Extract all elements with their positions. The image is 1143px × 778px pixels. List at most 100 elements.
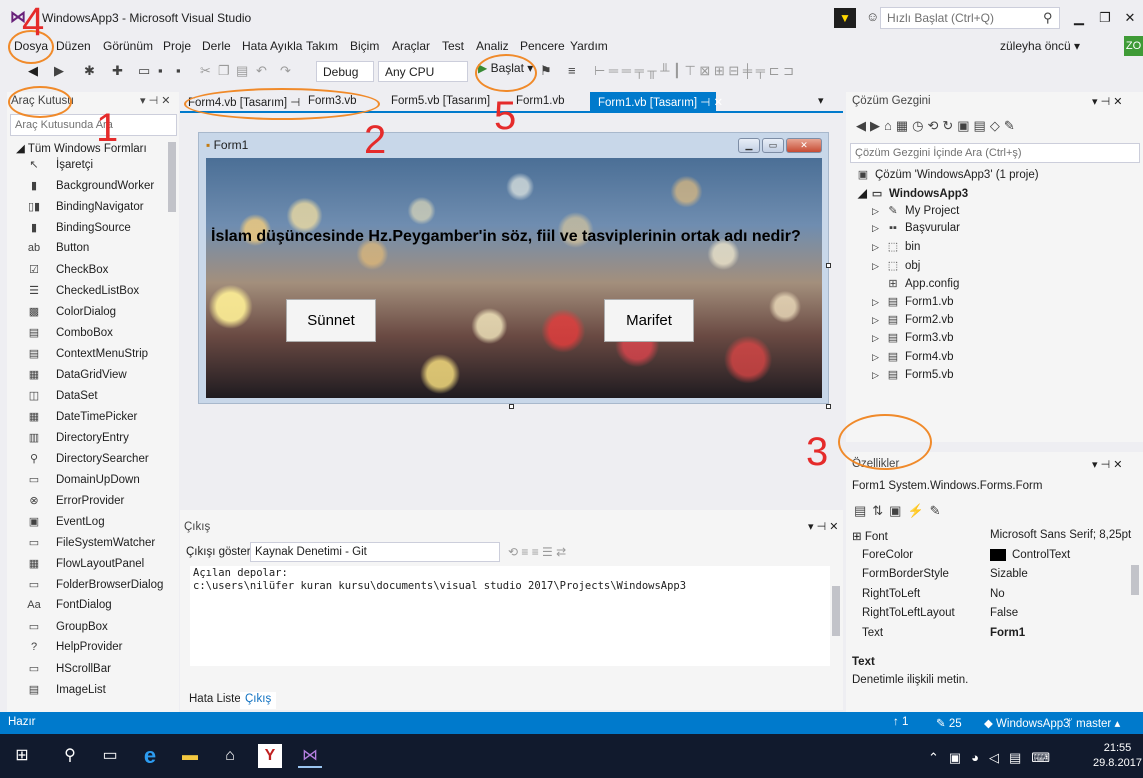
property-value[interactable]: No (990, 588, 1005, 600)
solution-item[interactable]: ▷ ▪▪ Başvurular (872, 222, 960, 240)
toolbox-item[interactable]: ☑ CheckBox (26, 263, 108, 283)
tab-overflow-icon[interactable]: ▾ (818, 94, 824, 107)
toolbox-item[interactable]: ▭ FolderBrowserDialog (26, 578, 164, 598)
save-all-icon[interactable]: ▪ (176, 63, 181, 78)
task-view-icon[interactable]: ▭ (98, 744, 122, 768)
quick-launch-input[interactable]: Hızlı Başlat (Ctrl+Q) (880, 7, 1060, 29)
form-minimize-button[interactable]: ▁ (738, 138, 760, 153)
property-value[interactable]: False (990, 607, 1018, 619)
property-value[interactable]: ControlText (1012, 549, 1070, 561)
property-value[interactable]: Form1 (990, 627, 1025, 639)
solution-toolbar-icons[interactable]: ◀▶⌂▦◷⟲↻▣▤◇✎ (856, 118, 1019, 134)
panel-options-icon[interactable]: ▾ ⊣ ✕ (808, 520, 838, 533)
toolbox-item[interactable]: ▦ DateTimePicker (26, 410, 138, 430)
property-value[interactable]: Sizable (990, 568, 1028, 580)
properties-scrollbar[interactable] (1131, 565, 1139, 595)
tab-form1[interactable]: Form1.vb (508, 92, 573, 111)
status-changes[interactable]: ✎ 25 (936, 716, 962, 730)
close-tab-icon[interactable]: ✕ (714, 97, 724, 109)
open-icon[interactable]: ▭ (138, 63, 150, 79)
toolbox-item[interactable]: ▭ HScrollBar (26, 662, 111, 682)
property-row[interactable]: RightToLeft No (852, 586, 1129, 605)
undo-icon[interactable]: ↶ (256, 63, 267, 79)
toolbox-item[interactable]: ▥ DirectoryEntry (26, 431, 129, 451)
toolbox-item[interactable]: ▦ FlowLayoutPanel (26, 557, 144, 577)
tab-output[interactable]: Çıkış (240, 692, 277, 709)
toolbox-item[interactable]: ▤ ContextMenuStrip (26, 347, 148, 367)
layout-align-icon[interactable]: ⊢ ═ ═ ╤ ╥ ╨ ┃ ⊤ ⊠ ⊞ ⊟ ╪ ╤ ⊏ ⊐ (594, 63, 794, 79)
resize-handle[interactable] (826, 404, 831, 409)
close-button[interactable]: ✕ (1117, 8, 1143, 28)
answer-button-marifet[interactable]: Marifet (604, 299, 694, 342)
property-row[interactable]: ForeColor ControlText (852, 547, 1129, 566)
toolbox-item[interactable]: Aa FontDialog (26, 599, 111, 619)
toolbox-item[interactable]: ☰ CheckedListBox (26, 284, 139, 304)
property-row[interactable]: Text Form1 (852, 625, 1129, 644)
new-project-icon[interactable]: ✱ (84, 63, 95, 79)
menu-duzen[interactable]: Düzen (56, 39, 91, 53)
solution-item[interactable]: ▷ ▤ Form3.vb (872, 331, 954, 349)
redo-icon[interactable]: ↷ (280, 63, 291, 79)
feedback-icon[interactable]: ☺ (866, 9, 879, 24)
toolbox-item[interactable]: ? HelpProvider (26, 641, 123, 661)
windows-start-icon[interactable]: ⊞ (10, 744, 34, 768)
cut-icon[interactable]: ✂ (200, 63, 211, 79)
maximize-button[interactable]: ❐ (1092, 8, 1118, 28)
forward-icon[interactable]: ▶ (54, 63, 64, 79)
expand-icon[interactable]: ▷ (872, 223, 886, 234)
tab-form5-design[interactable]: Form5.vb [Tasarım] (383, 92, 498, 111)
form-maximize-button[interactable]: ▭ (762, 138, 784, 153)
avatar[interactable]: ZO (1124, 36, 1143, 56)
menu-proje[interactable]: Proje (163, 39, 191, 53)
property-row[interactable]: ⊞ Font Microsoft Sans Serif; 8,25pt (852, 527, 1131, 546)
tab-form1-design[interactable]: Form1.vb [Tasarım] ⊣ ✕ (590, 92, 723, 111)
expand-icon[interactable]: ▷ (872, 370, 886, 381)
attach-icon[interactable]: ⚑ (540, 63, 552, 79)
back-icon[interactable]: ◀ (28, 63, 38, 79)
solution-platform-select[interactable]: Any CPU (378, 61, 468, 82)
expand-icon[interactable]: ▷ (872, 261, 886, 272)
toolbox-item[interactable]: ⊗ ErrorProvider (26, 494, 124, 514)
solution-item[interactable]: ▷ ▤ Form4.vb (872, 350, 954, 368)
resize-handle[interactable] (509, 404, 514, 409)
menu-derle[interactable]: Derle (202, 39, 231, 53)
toolbox-item[interactable]: ▩ ColorDialog (26, 305, 116, 325)
pin-icon[interactable]: ⊣ (700, 97, 710, 109)
output-toolbar-icons[interactable]: ⟲ ≡ ≡ ☰ ⇄ (508, 545, 566, 559)
visual-studio-taskbar-icon[interactable]: ⋈ (298, 744, 322, 768)
expand-icon[interactable]: ▷ (872, 206, 886, 217)
menu-test[interactable]: Test (442, 39, 464, 53)
toolbox-item[interactable]: ▤ ComboBox (26, 326, 113, 346)
toolbox-item[interactable]: ↖ İşaretçi (26, 158, 93, 178)
status-repo[interactable]: ◆ WindowsApp3 (984, 716, 1070, 730)
menu-pencere[interactable]: Pencere (520, 39, 565, 53)
toolbox-item[interactable]: ▤ ImageList (26, 683, 106, 703)
toolbox-item[interactable]: ⚲ DirectorySearcher (26, 452, 149, 472)
question-label[interactable]: İslam düşüncesinde Hz.Peygamber'in söz, … (211, 228, 817, 246)
panel-options-icon[interactable]: ▾ ⊣ ✕ (1092, 95, 1122, 108)
solution-item[interactable]: ▷ ⬚ bin (872, 240, 920, 258)
user-name[interactable]: züleyha öncü ▾ (1000, 39, 1080, 53)
menu-gorunum[interactable]: Görünüm (103, 39, 153, 53)
solution-configuration-select[interactable]: Debug (316, 61, 374, 82)
properties-toolbar-icons[interactable]: ▤⇅▣⚡✎ (854, 503, 947, 519)
property-row[interactable]: RightToLeftLayout False (852, 605, 1129, 624)
file-explorer-icon[interactable]: ▬ (178, 744, 202, 768)
toolbox-item[interactable]: ▮ BindingSource (26, 221, 131, 241)
toolbox-item[interactable]: ▯▮ BindingNavigator (26, 200, 144, 220)
menu-analiz[interactable]: Analiz (476, 39, 509, 53)
toolbox-item[interactable]: ab Button (26, 242, 89, 262)
project-node[interactable]: ◢ ▭ WindowsApp3 (858, 186, 968, 204)
paste-icon[interactable]: ▤ (236, 63, 248, 79)
solution-item[interactable]: ⊞ App.config (872, 277, 959, 295)
edge-icon[interactable]: e (138, 744, 162, 768)
clock[interactable]: 21:55 29.8.2017 (1093, 741, 1142, 771)
status-branch[interactable]: ᛘ master ▴ (1066, 716, 1120, 730)
menu-araclar[interactable]: Araçlar (392, 39, 430, 53)
yandex-browser-icon[interactable]: Y (258, 744, 282, 768)
toolbox-item[interactable]: ▣ EventLog (26, 515, 105, 535)
property-row[interactable]: FormBorderStyle Sizable (852, 566, 1129, 585)
solution-search-input[interactable]: Çözüm Gezgini İçinde Ara (Ctrl+ş) (850, 143, 1140, 163)
format-icon[interactable]: ≡ (568, 63, 576, 78)
toolbox-item[interactable]: ▦ DataGridView (26, 368, 127, 388)
